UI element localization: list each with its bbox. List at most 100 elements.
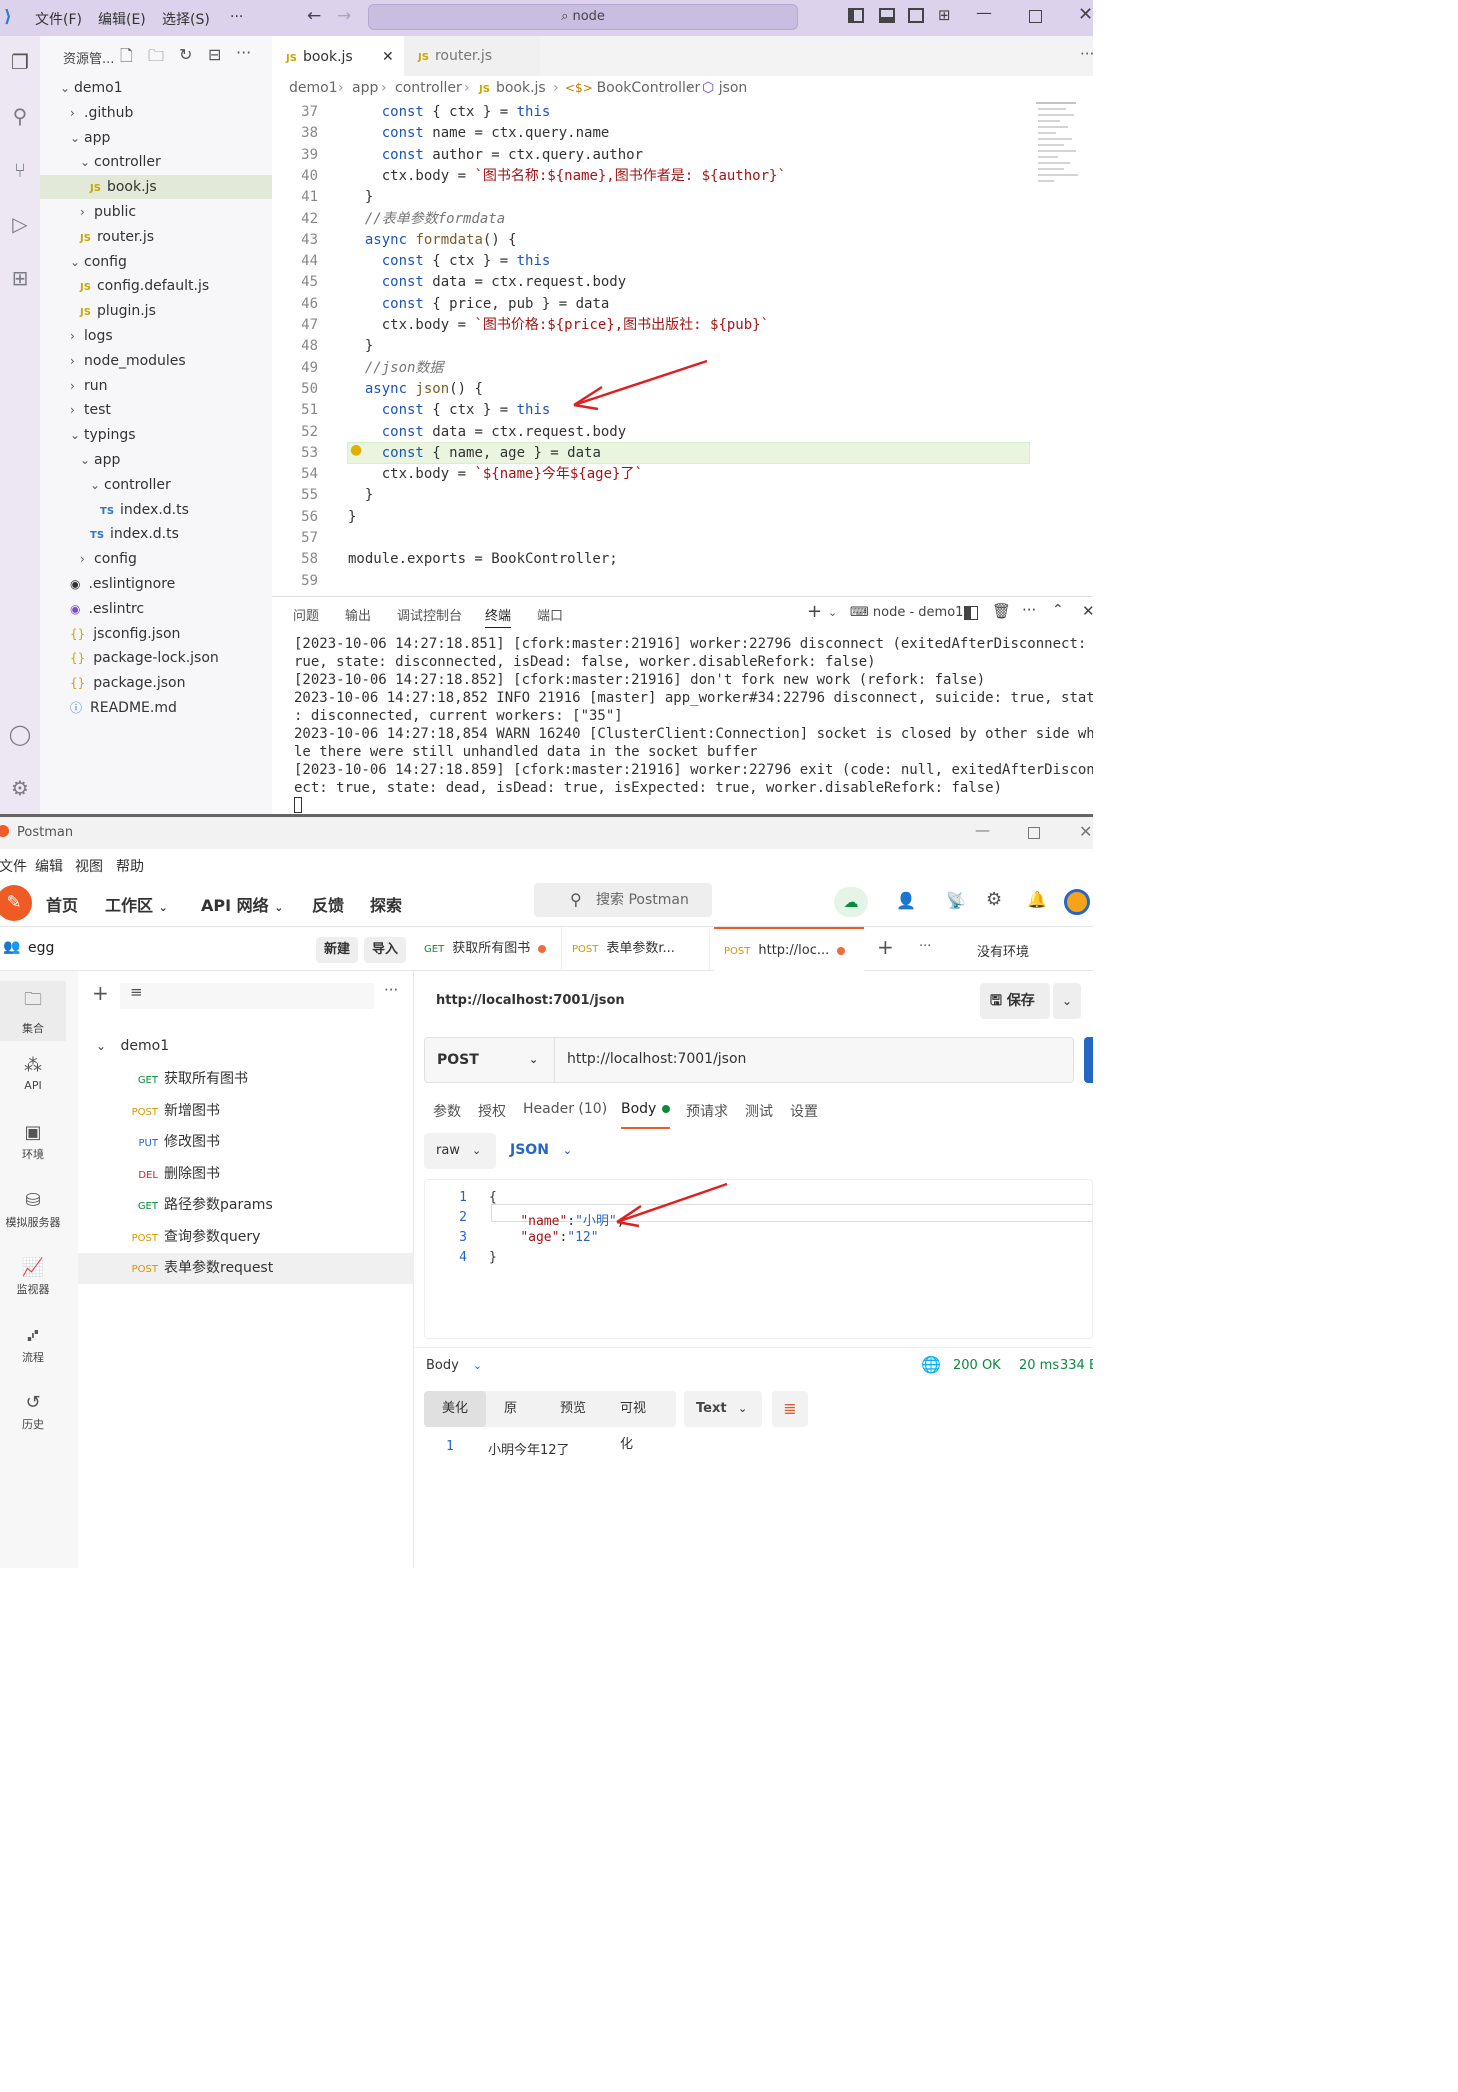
minimize-icon[interactable]: — xyxy=(975,821,990,839)
globe-icon[interactable]: 🌐 xyxy=(921,1355,941,1374)
send-button[interactable] xyxy=(1084,1037,1093,1083)
minimap[interactable] xyxy=(1034,100,1084,190)
method-selector[interactable]: POST ⌄ xyxy=(425,1038,555,1082)
terminal-dropdown-chevron-icon[interactable]: ⌄ xyxy=(828,606,837,619)
request-tab[interactable]: POST 表单参数r... xyxy=(562,927,710,971)
tree-item[interactable]: ⌄ controller xyxy=(40,150,272,174)
new-file-icon[interactable]: 🗋 xyxy=(120,45,133,72)
new-terminal-plus-icon[interactable]: + xyxy=(807,601,822,622)
import-button[interactable]: 导入 xyxy=(364,937,406,963)
request-item[interactable]: DEL 删除图书 xyxy=(78,1159,414,1190)
tree-item[interactable]: ◉ .eslintrc xyxy=(40,597,272,621)
split-terminal-icon[interactable] xyxy=(964,606,978,620)
menu-edit[interactable]: 编辑 xyxy=(35,856,63,876)
nav-workspaces[interactable]: 工作区 ⌄ xyxy=(105,892,168,916)
collections-more-icon[interactable]: ··· xyxy=(384,981,398,999)
breadcrumb-method[interactable]: ⬡ json xyxy=(702,76,747,100)
collapse-all-icon[interactable]: ⊟ xyxy=(208,45,221,64)
subtab-4[interactable]: 预请求 xyxy=(686,1101,728,1121)
menu-view[interactable]: 视图 xyxy=(75,856,103,876)
view-tab[interactable]: 可视化 xyxy=(602,1391,676,1452)
tree-item[interactable]: › public xyxy=(40,200,272,224)
body-editor[interactable]: 1{2 "name":"小明", 3 "age":"12" 4} xyxy=(424,1179,1093,1339)
tree-item[interactable]: › run xyxy=(40,374,272,398)
panel-more-icon[interactable]: ··· xyxy=(1022,601,1036,619)
trash-icon[interactable]: 🗑 xyxy=(992,602,1011,620)
menu-help[interactable]: 帮助 xyxy=(116,856,144,876)
tree-item[interactable]: TS index.d.ts xyxy=(40,522,272,546)
source-control-icon[interactable]: ⑂ xyxy=(0,150,40,190)
collection-demo1[interactable]: ⌄ demo1 xyxy=(78,1031,414,1062)
close-tab-icon[interactable]: ✕ xyxy=(382,37,394,77)
menu-more[interactable]: ··· xyxy=(230,9,243,25)
tree-item[interactable]: ⌄ typings xyxy=(40,423,272,447)
settings-gear-icon[interactable]: ⚙ xyxy=(0,768,40,808)
left-nav-api[interactable]: ⁂ API xyxy=(0,1049,66,1109)
breadcrumb-file[interactable]: JS book.js xyxy=(479,76,546,102)
tree-item[interactable]: JS book.js xyxy=(40,175,272,200)
left-nav-environment[interactable]: ▣ 环境 xyxy=(0,1116,66,1176)
menu-selection[interactable]: 选择(S) xyxy=(162,9,210,29)
request-item[interactable]: GET 获取所有图书 xyxy=(78,1064,414,1095)
response-body-tab[interactable]: Body ⌄ xyxy=(426,1358,482,1373)
nav-feedback[interactable]: 反馈 xyxy=(312,892,344,916)
toggle-panel-icon[interactable] xyxy=(879,8,895,23)
request-item[interactable]: POST 表单参数request xyxy=(78,1253,414,1284)
tree-item[interactable]: ⌄ app xyxy=(40,126,272,150)
postman-logo-icon[interactable]: ✎ xyxy=(0,885,32,921)
subtab-1[interactable]: 授权 xyxy=(478,1101,506,1121)
forward-arrow-icon[interactable]: → xyxy=(337,6,351,26)
tab-router-js[interactable]: JS router.js xyxy=(404,36,540,76)
run-debug-icon[interactable]: ▷ xyxy=(0,204,40,244)
tree-item[interactable]: {} package-lock.json xyxy=(40,646,272,670)
subtab-5[interactable]: 测试 xyxy=(745,1101,773,1121)
response-size[interactable]: 334 B xyxy=(1060,1358,1093,1373)
request-tab[interactable]: POST http://loc... xyxy=(714,927,864,971)
panel-tab-output[interactable]: 输出 xyxy=(345,605,371,624)
terminal-instance[interactable]: ⌨ node - demo1 xyxy=(850,605,963,620)
subtab-6[interactable]: 设置 xyxy=(790,1101,818,1121)
subtab-0[interactable]: 参数 xyxy=(433,1101,461,1121)
tree-item[interactable]: › node_modules xyxy=(40,349,272,373)
toggle-secondary-sidebar-icon[interactable] xyxy=(908,8,924,23)
maximize-icon[interactable] xyxy=(1028,827,1040,839)
view-tab[interactable]: 原 xyxy=(486,1391,535,1427)
view-tab[interactable]: 预览 xyxy=(542,1391,604,1427)
account-icon[interactable]: ◯ xyxy=(0,714,40,754)
view-tab[interactable]: 美化 xyxy=(424,1391,487,1427)
toggle-sidebar-icon[interactable] xyxy=(848,8,864,23)
breadcrumb-item[interactable]: demo1 xyxy=(289,76,338,100)
status-badge[interactable]: 200 OK xyxy=(953,1358,1001,1373)
menu-file[interactable]: 文件(F) xyxy=(35,9,82,29)
left-nav-collection[interactable]: 🗀 集合 xyxy=(0,981,66,1041)
save-dropdown-chevron-icon[interactable]: ⌄ xyxy=(1053,983,1081,1019)
nav-explore[interactable]: 探索 xyxy=(370,892,402,916)
tabs-more-icon[interactable]: ··· xyxy=(919,939,931,954)
menu-file[interactable]: 文件 xyxy=(0,856,27,876)
tree-item[interactable]: JS config.default.js xyxy=(40,274,272,298)
tree-item[interactable]: JS router.js xyxy=(40,225,272,249)
raw-selector[interactable]: raw ⌄ xyxy=(424,1133,496,1169)
request-title[interactable]: http://localhost:7001/json xyxy=(436,993,625,1008)
close-icon[interactable]: ✕ xyxy=(1078,4,1093,25)
workspace-name[interactable]: egg xyxy=(28,940,54,956)
settings-gear-icon[interactable]: ⚙ xyxy=(986,889,1002,910)
tree-item[interactable]: TS index.d.ts xyxy=(40,498,272,522)
more-actions-icon[interactable]: ··· xyxy=(236,43,251,62)
panel-tab-debug-console[interactable]: 调试控制台 xyxy=(397,605,462,624)
tab-book-js[interactable]: JS book.js ✕ xyxy=(272,36,404,76)
add-collection-plus-icon[interactable]: + xyxy=(92,981,109,1005)
new-button[interactable]: 新建 xyxy=(316,937,358,963)
request-item[interactable]: POST 新增图书 xyxy=(78,1096,414,1127)
maximize-icon[interactable] xyxy=(1029,10,1042,23)
extensions-icon[interactable]: ⊞ xyxy=(0,258,40,298)
panel-tab-terminal[interactable]: 终端 xyxy=(485,605,512,628)
format-selector[interactable]: Text ⌄ xyxy=(684,1391,762,1427)
environment-selector[interactable]: 没有环境 xyxy=(977,941,1029,960)
search-bar[interactable]: ⚲ 搜索 Postman xyxy=(534,883,712,917)
breadcrumb-class[interactable]: <$> BookController xyxy=(565,76,700,100)
layout-icon[interactable]: ⊞ xyxy=(938,6,951,24)
request-item[interactable]: GET 路径参数params xyxy=(78,1190,414,1221)
command-center[interactable]: ⌕ node xyxy=(368,4,798,30)
tree-item[interactable]: ⓘ README.md xyxy=(40,696,272,720)
